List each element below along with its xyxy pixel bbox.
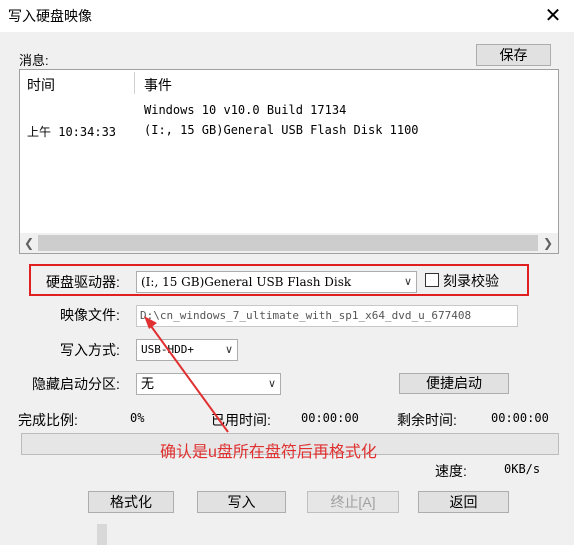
hidden-partition-label: 隐藏启动分区: bbox=[32, 376, 120, 392]
window-title: 写入硬盘映像 bbox=[8, 8, 92, 24]
back-button[interactable]: 返回 bbox=[418, 491, 509, 513]
write-mode-value: USB-HDD+ bbox=[141, 343, 194, 356]
format-button[interactable]: 格式化 bbox=[88, 491, 174, 513]
save-button[interactable]: 保存 bbox=[476, 44, 551, 66]
log-panel[interactable]: 时间 事件 Windows 10 v10.0 Build 17134 上午 10… bbox=[19, 69, 559, 254]
annotation-text: 确认是u盘所在盘符后再格式化 bbox=[160, 444, 377, 461]
column-separator[interactable] bbox=[134, 72, 135, 94]
scrollbar-thumb[interactable] bbox=[38, 235, 538, 251]
log-label: 消息: bbox=[19, 53, 49, 68]
speed-label: 速度: bbox=[435, 463, 467, 479]
scroll-left-icon[interactable]: ❮ bbox=[21, 235, 37, 251]
write-mode-label: 写入方式: bbox=[60, 342, 120, 358]
image-file-label: 映像文件: bbox=[60, 307, 120, 323]
background-window-edge bbox=[97, 524, 107, 545]
verify-label: 刻录校验 bbox=[443, 273, 499, 289]
quick-boot-button[interactable]: 便捷启动 bbox=[399, 373, 509, 394]
speed-value: 0KB/s bbox=[504, 462, 541, 476]
horizontal-scrollbar[interactable]: ❮ ❯ bbox=[20, 233, 558, 253]
stop-button[interactable]: 终止[A] bbox=[307, 491, 399, 513]
log-row-event: Windows 10 v10.0 Build 17134 bbox=[144, 103, 347, 117]
chevron-down-icon: ∨ bbox=[224, 343, 233, 356]
title-bar: 写入硬盘映像 ✕ bbox=[0, 0, 574, 32]
column-header-time[interactable]: 时间 bbox=[27, 75, 55, 95]
progress-label: 完成比例: bbox=[18, 412, 78, 428]
write-mode-select[interactable]: USB-HDD+ ∨ bbox=[136, 339, 238, 361]
drive-select-value: (I:, 15 GB)General USB Flash Disk bbox=[141, 275, 352, 289]
verify-checkbox[interactable] bbox=[425, 273, 439, 287]
elapsed-value: 00:00:00 bbox=[301, 411, 359, 425]
close-icon[interactable]: ✕ bbox=[541, 4, 565, 28]
elapsed-label: 已用时间: bbox=[211, 412, 271, 428]
hidden-partition-select[interactable]: 无 ∨ bbox=[136, 373, 281, 395]
progress-value: 0% bbox=[130, 411, 145, 425]
write-button[interactable]: 写入 bbox=[197, 491, 286, 513]
remaining-value: 00:00:00 bbox=[491, 411, 549, 425]
hidden-partition-value: 无 bbox=[141, 376, 155, 391]
log-row-event: (I:, 15 GB)General USB Flash Disk 1100 bbox=[144, 123, 419, 137]
scroll-right-icon[interactable]: ❯ bbox=[540, 235, 556, 251]
chevron-down-icon: ∨ bbox=[403, 275, 412, 288]
remaining-label: 剩余时间: bbox=[397, 412, 457, 428]
chevron-down-icon: ∨ bbox=[267, 377, 276, 390]
log-row-time: 上午 10:34:33 bbox=[27, 125, 117, 139]
column-header-event[interactable]: 事件 bbox=[144, 75, 172, 95]
drive-label: 硬盘驱动器: bbox=[46, 274, 120, 290]
image-file-input[interactable]: D:\cn_windows_7_ultimate_with_sp1_x64_dv… bbox=[136, 305, 518, 327]
drive-select[interactable]: (I:, 15 GB)General USB Flash Disk ∨ bbox=[136, 271, 417, 293]
